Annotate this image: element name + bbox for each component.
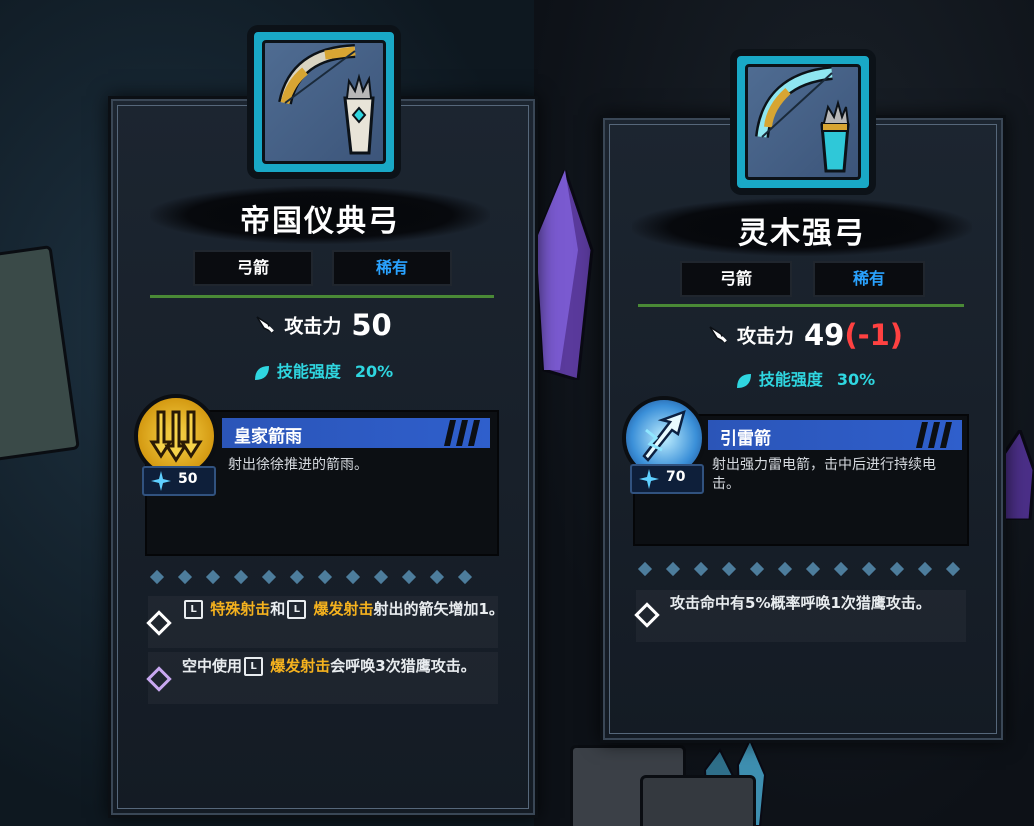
diamond-icon (693, 561, 709, 577)
skill-power-stat: 技能强度 20% (108, 358, 538, 382)
sword-icon (709, 326, 727, 344)
skill-cost-badge: 50 (142, 466, 216, 496)
skill-name: 引雷箭 (720, 429, 771, 449)
stat-divider (638, 304, 964, 307)
weapon-type-tag: 弓箭 (193, 250, 313, 286)
diamond-icon (917, 561, 933, 577)
diamond-icon (805, 561, 821, 577)
attack-value: 49 (803, 318, 845, 352)
diamond-icon (205, 569, 221, 585)
diamond-icon (289, 569, 305, 585)
weapon-name: 灵木强弓 (738, 216, 866, 251)
weapon-icon-frame-2 (733, 52, 873, 192)
rarity-tag: 稀有 (332, 250, 452, 286)
diamond-icon (721, 561, 737, 577)
perk-text: 攻击命中有5%概率呼唤1次猎鹰攻击。 (670, 594, 931, 612)
golden-bow-icon (278, 44, 375, 155)
perk-highlight: 爆发射击 (265, 657, 331, 675)
attack-stat: 攻击力 50 (108, 308, 538, 342)
skill-cost: 70 (666, 469, 686, 485)
skill-power-label: 技能强度 (276, 362, 341, 381)
skill-name: 皇家箭雨 (234, 427, 302, 447)
skill-title-bar: 皇家箭雨 (222, 418, 490, 448)
key-hint-icon: L (244, 657, 264, 676)
diamond-icon (261, 569, 277, 585)
stripe-decoration (444, 420, 480, 446)
diamond-icon (177, 569, 193, 585)
diamond-icon (345, 569, 361, 585)
diamond-icon (457, 569, 473, 585)
skill-description: 射出强力雷电箭，击中后进行持续电击。 (712, 457, 936, 492)
leaf-icon (736, 373, 751, 388)
diamond-divider (636, 561, 966, 577)
perk-text: 射出的箭矢增加1。 (373, 600, 504, 618)
perk-text: 和 (270, 600, 286, 618)
ice-bow-icon (755, 67, 850, 173)
perk-text: 空中使用 (182, 657, 243, 675)
skill-power-value: 20% (354, 362, 394, 381)
attack-delta: (-1) (844, 318, 904, 352)
skill-cost-badge: 70 (630, 464, 704, 494)
diamond-icon (429, 569, 445, 585)
stripe-decoration (916, 422, 952, 448)
diamond-icon (373, 569, 389, 585)
diamond-divider (148, 569, 498, 585)
skill-power-value: 30% (836, 370, 876, 389)
diamond-icon (637, 561, 653, 577)
mana-star-icon (639, 469, 659, 489)
perk-2: 空中使用 L 爆发射击会呼唤3次猎鹰攻击。 (182, 655, 512, 678)
attack-label: 攻击力 (736, 325, 794, 348)
attack-stat: 攻击力 49(-1) (600, 318, 1010, 352)
diamond-icon (233, 569, 249, 585)
stone-block-2 (640, 775, 756, 826)
rarity-tag: 稀有 (813, 261, 925, 297)
stat-divider (150, 295, 494, 298)
perk-1: 攻击命中有5%概率呼唤1次猎鹰攻击。 (670, 592, 962, 615)
diamond-icon (833, 561, 849, 577)
sword-icon (256, 316, 275, 334)
purple-crystal (534, 170, 594, 380)
weapon-name-plate-1: 帝国仪典弓 (150, 186, 490, 244)
skill-description: 射出徐徐推进的箭雨。 (228, 457, 368, 473)
diamond-icon (317, 569, 333, 585)
attack-value: 50 (351, 308, 392, 342)
perk-highlight: 特殊射击 (205, 600, 271, 618)
diamond-icon (665, 561, 681, 577)
skill-power-label: 技能强度 (758, 370, 823, 389)
skill-power-stat: 技能强度 30% (600, 366, 1010, 390)
leaf-icon (254, 365, 269, 380)
weapon-type-tag: 弓箭 (680, 261, 792, 297)
perk-text: 会呼唤3次猎鹰攻击。 (330, 657, 476, 675)
diamond-icon (861, 561, 877, 577)
skill-cost: 50 (178, 471, 198, 487)
perk-highlight: 爆发射击 (308, 600, 374, 618)
arrow-rain-glyph (149, 410, 203, 463)
attack-label: 攻击力 (284, 315, 342, 338)
diamond-icon (777, 561, 793, 577)
perk-1: L 特殊射击和 L 爆发射击射出的箭矢增加1。 (182, 598, 512, 621)
diamond-icon (149, 569, 165, 585)
diamond-icon (749, 561, 765, 577)
weapon-name: 帝国仪典弓 (240, 204, 400, 239)
key-hint-icon: L (287, 600, 307, 619)
diamond-icon (889, 561, 905, 577)
diamond-icon (945, 561, 961, 577)
skill-title-bar: 引雷箭 (708, 420, 962, 450)
diamond-icon (401, 569, 417, 585)
mana-star-icon (151, 471, 171, 491)
key-hint-icon: L (184, 600, 203, 619)
weapon-name-plate-2: 灵木强弓 (632, 198, 972, 256)
weapon-icon-frame-1 (250, 28, 398, 176)
